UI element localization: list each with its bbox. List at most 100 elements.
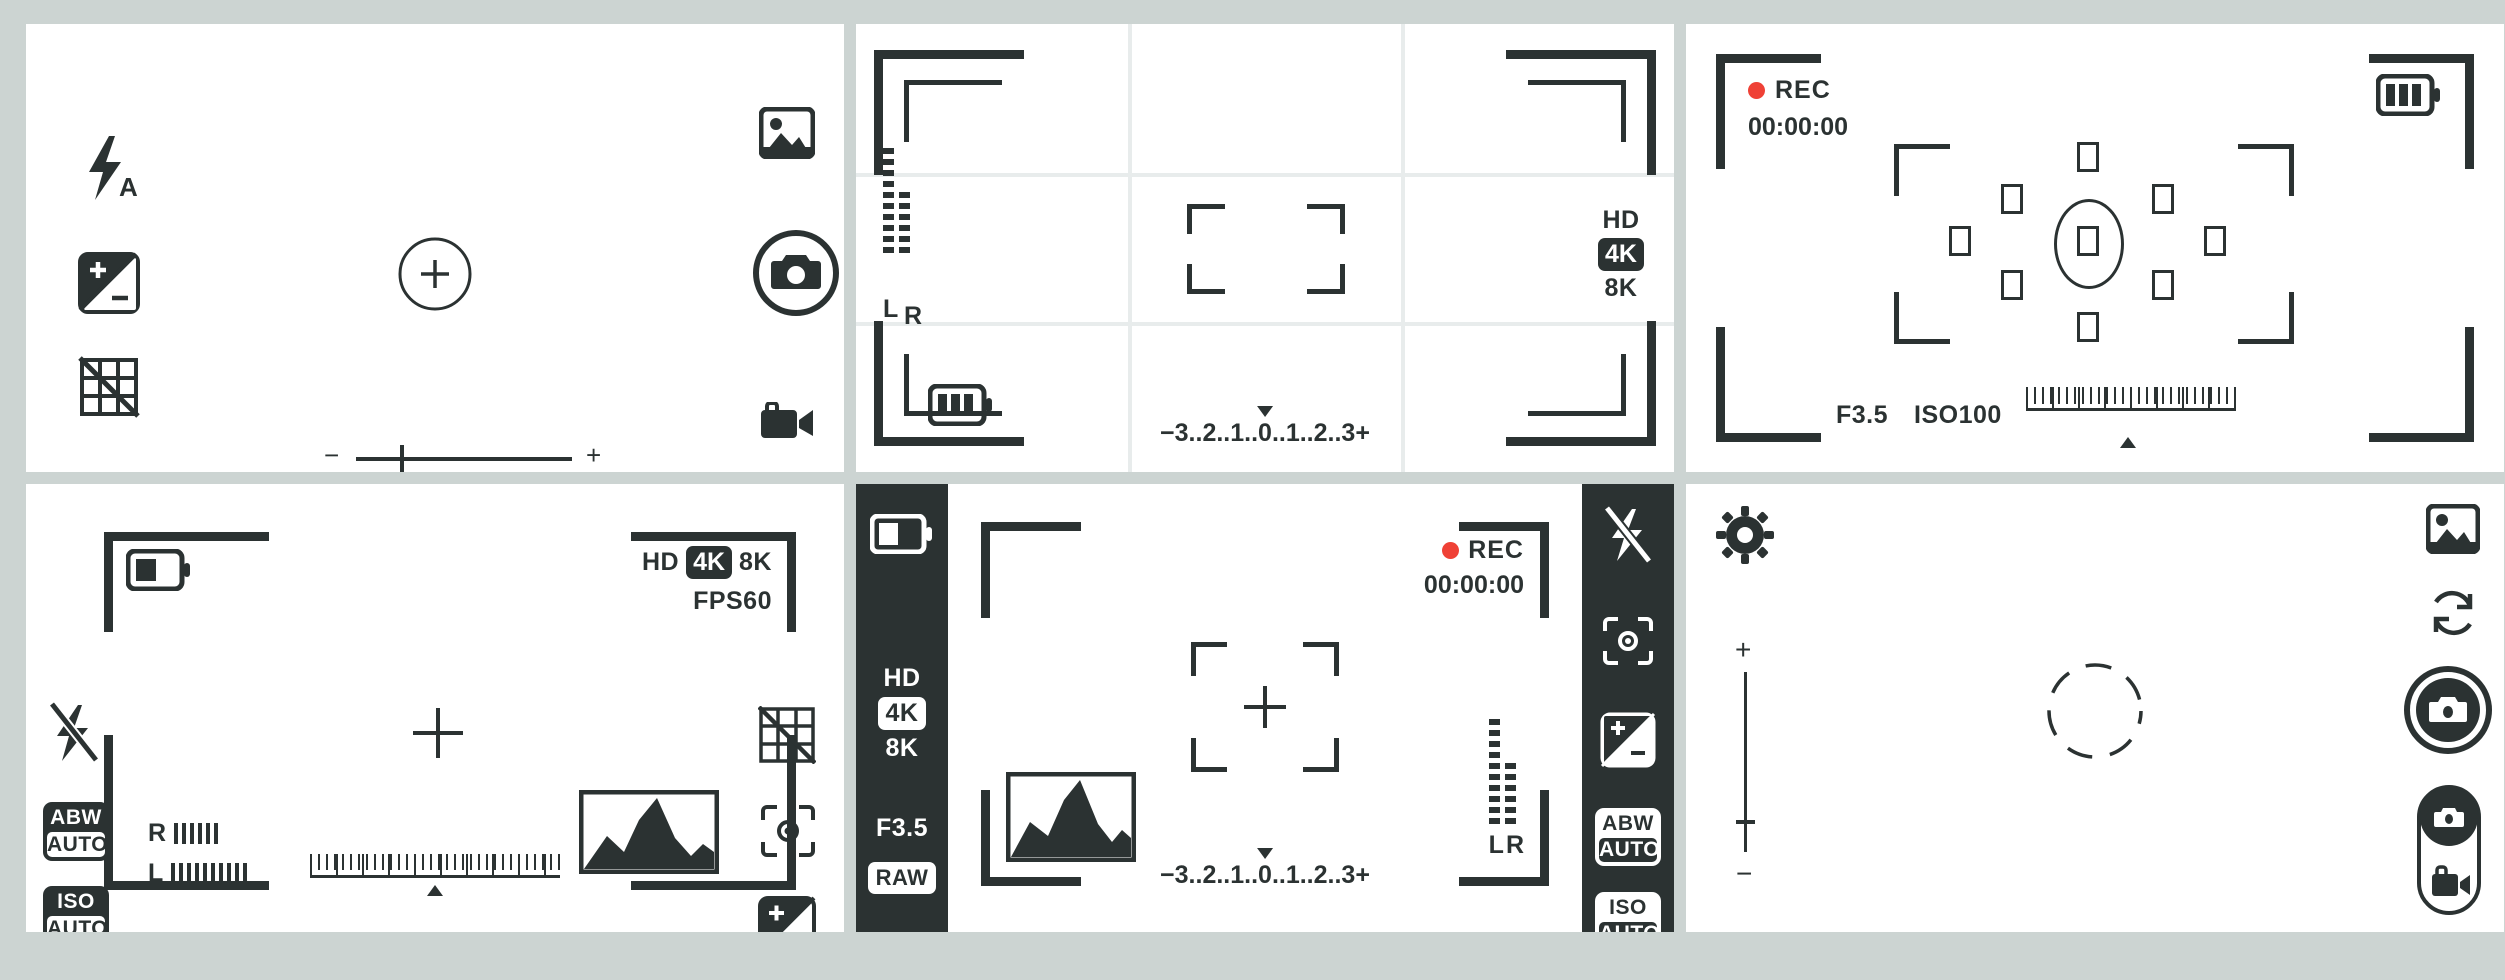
focus-bracket-br (2238, 292, 2294, 344)
fps-value[interactable]: FPS60 (642, 587, 772, 616)
zoom-slider-track[interactable] (1744, 672, 1747, 852)
center-focus-crosshair-icon[interactable] (397, 236, 473, 312)
resolution-indicator[interactable]: HD 4K 8K FPS60 (642, 546, 772, 616)
resolution-indicator[interactable]: HD 4K 8K (856, 664, 948, 763)
exposure-ruler[interactable] (310, 854, 560, 896)
panel-grid-viewfinder: L R HD 4K 8K −3..2..1..0..1..2..3+ (856, 24, 1674, 472)
resolution-option-hd[interactable]: HD (1598, 206, 1644, 235)
flash-off-icon[interactable] (48, 702, 100, 764)
focus-target-icon[interactable] (760, 804, 816, 858)
focus-point-left[interactable] (1949, 226, 1971, 256)
zoom-slider-handle[interactable] (1736, 820, 1755, 824)
recording-status: REC 00:00:00 (1424, 536, 1524, 600)
format-badge-wrap: RAW (856, 862, 948, 894)
zoom-minus-label[interactable]: − (324, 440, 340, 471)
recording-timer: 00:00:00 (1423, 571, 1524, 599)
gallery-icon[interactable] (2426, 504, 2480, 554)
focus-bracket-bl (1894, 292, 1950, 344)
flash-off-icon[interactable] (1604, 506, 1652, 564)
focus-area[interactable] (1894, 142, 2294, 344)
white-balance-badge[interactable]: ABW AUTO (1595, 808, 1661, 866)
focus-bracket-icon[interactable] (1191, 642, 1339, 772)
audio-meter-l-label: L (148, 859, 164, 887)
dashed-focus-reticle[interactable] (2045, 661, 2145, 761)
focus-point-top[interactable] (2077, 142, 2099, 172)
right-control-rail: ABW AUTO ISO AUTO (1582, 484, 1674, 932)
resolution-option-8k[interactable]: 8K (739, 548, 772, 577)
resolution-option-4k-selected[interactable]: 4K (877, 697, 927, 730)
gear-icon[interactable] (1716, 506, 1774, 564)
panel-dark-rails-viewfinder: HD 4K 8K F3.5 RAW ABW AUTO ISO REC 00:00… (856, 484, 1674, 932)
recording-dot-icon (1442, 542, 1460, 559)
resolution-option-8k[interactable]: 8K (1598, 274, 1644, 303)
zoom-slider-handle[interactable] (400, 445, 404, 472)
zoom-plus-label[interactable]: + (586, 440, 602, 471)
zoom-slider-track[interactable] (356, 457, 572, 461)
iso-label: ISO (1609, 896, 1647, 919)
focus-point-bottom-right[interactable] (2152, 270, 2174, 300)
battery-full-icon (2376, 74, 2442, 116)
exposure-compensation-icon[interactable] (1600, 712, 1656, 768)
exposure-compensation-icon[interactable]: + − (78, 252, 140, 314)
resolution-indicator[interactable]: HD 4K 8K (1598, 206, 1644, 303)
iso-label: ISO (57, 890, 95, 913)
exposure-scale[interactable]: −3..2..1..0..1..2..3+ (1160, 848, 1370, 890)
exposure-marker-triangle (1256, 848, 1273, 859)
recording-dot-icon (1748, 82, 1765, 99)
iso-badge[interactable]: ISO AUTO (1595, 892, 1661, 932)
focus-bracket-icon[interactable] (1187, 204, 1345, 294)
grid-off-icon[interactable] (758, 706, 816, 764)
resolution-option-hd[interactable]: HD (856, 664, 948, 693)
zoom-plus-label[interactable]: + (1735, 634, 1752, 666)
bracket-top-right-inner (1528, 80, 1626, 142)
focus-point-bottom-left[interactable] (2001, 270, 2023, 300)
iso-value[interactable]: ISO100 (1914, 401, 2002, 430)
exposure-compensation-icon[interactable] (758, 896, 816, 932)
focus-point-top-left[interactable] (2001, 184, 2023, 214)
left-control-rail: HD 4K 8K F3.5 RAW (856, 484, 948, 932)
aperture-value[interactable]: F3.5 (1836, 401, 1888, 430)
panel-mobile-camera: + − (1686, 484, 2504, 932)
focus-target-icon[interactable] (1602, 616, 1654, 666)
format-badge[interactable]: RAW (867, 862, 937, 894)
zoom-slider[interactable]: + − (1726, 634, 1766, 890)
bracket-bottom-right-inner (1528, 354, 1626, 416)
white-balance-badge[interactable]: ABW AUTO (43, 802, 109, 862)
shutter-button-icon[interactable] (2404, 666, 2492, 754)
focus-point-right[interactable] (2204, 226, 2226, 256)
resolution-option-4k-selected[interactable]: 4K (686, 546, 733, 579)
grid-off-icon[interactable] (78, 356, 140, 418)
rec-label: REC (1775, 76, 1831, 104)
resolution-option-4k-selected[interactable]: 4K (1598, 238, 1644, 271)
iso-badge[interactable]: ISO AUTO (43, 886, 109, 932)
flash-auto-icon[interactable]: A (81, 134, 139, 202)
exposure-scale-label: −3..2..1..0..1..2..3+ (1160, 419, 1370, 447)
zoom-minus-label[interactable]: − (1736, 858, 1753, 890)
grid-vline-2 (1401, 24, 1405, 472)
exposure-marker-triangle (427, 885, 443, 896)
shutter-button-icon[interactable] (752, 229, 840, 317)
focus-point-center[interactable] (2077, 226, 2099, 256)
exposure-scale[interactable]: −3..2..1..0..1..2..3+ (1160, 406, 1370, 448)
focus-point-top-right[interactable] (2152, 184, 2174, 214)
resolution-option-8k[interactable]: 8K (856, 734, 948, 763)
bracket-bottom-right (2369, 327, 2474, 442)
flash-auto-label: A (119, 172, 139, 202)
mode-toggle[interactable] (2416, 784, 2482, 916)
exposure-scale-label: −3..2..1..0..1..2..3+ (1160, 861, 1370, 889)
aperture-value[interactable]: F3.5 (856, 814, 948, 843)
battery-icon (928, 384, 994, 426)
bracket-top-left (981, 522, 1081, 618)
focus-point-bottom[interactable] (2077, 312, 2099, 342)
panel-basic-camera: A + − (26, 24, 844, 472)
switch-camera-icon[interactable] (2426, 588, 2480, 638)
resolution-option-hd[interactable]: HD (642, 548, 679, 577)
zoom-slider[interactable]: − + (324, 440, 609, 472)
center-crosshair-icon (411, 706, 465, 760)
recording-timer: 00:00:00 (1748, 113, 1849, 141)
gallery-icon[interactable] (759, 107, 815, 159)
video-camera-icon[interactable] (759, 402, 815, 442)
audio-meter-r-label: R (148, 819, 167, 847)
histogram-icon (579, 790, 719, 874)
focus-distance-ruler[interactable] (2026, 387, 2236, 411)
